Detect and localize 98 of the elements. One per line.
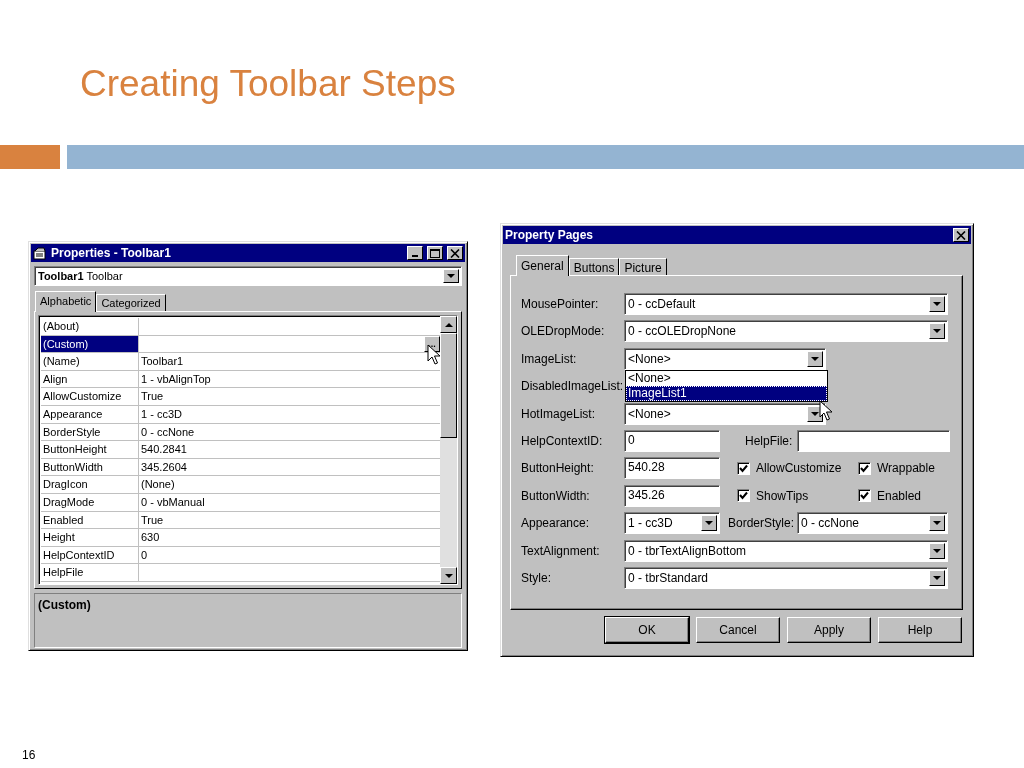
checkbox[interactable] <box>737 461 750 475</box>
property-value-cell-text: 0 <box>141 547 148 563</box>
field-label: ButtonWidth: <box>521 488 591 503</box>
maximize-icon <box>430 248 440 258</box>
dropdown[interactable]: 0 - tbrStandard <box>624 566 948 589</box>
checkbox-label: AllowCustomize <box>756 461 842 476</box>
property-name-cell[interactable]: DragMode <box>41 493 139 511</box>
field-label: DisabledImageList: <box>521 379 624 394</box>
property-value-cell-text: True <box>141 389 164 405</box>
dropdown-button[interactable] <box>929 323 945 340</box>
dropdown-option[interactable]: ImageList1 <box>626 385 827 401</box>
window-title: Properties - Toolbar1 <box>51 246 171 260</box>
property-name-cell[interactable]: HelpContextID <box>41 546 139 564</box>
checkbox-label: Enabled <box>877 488 922 503</box>
dialog-button[interactable]: OK <box>605 617 689 643</box>
property-value-cell-text: Toolbar1 <box>141 354 184 370</box>
property-name-cell[interactable]: (Name) <box>41 353 139 370</box>
property-value-cell-text: 540.2841 <box>141 442 187 458</box>
window-title: Property Pages <box>505 228 594 242</box>
text-field[interactable]: 345.26 <box>624 484 720 507</box>
checkbox-label: Wrappable <box>877 461 935 476</box>
dropdown[interactable]: 0 - ccOLEDropNone <box>624 320 948 343</box>
dialog-button[interactable]: Cancel <box>696 617 780 643</box>
dialog-button[interactable]: Apply <box>787 617 871 643</box>
field-label: HotImageList: <box>521 406 597 421</box>
checkbox[interactable] <box>737 489 750 503</box>
dropdown-option[interactable]: <None> <box>626 370 827 386</box>
field-label: Style: <box>521 570 552 585</box>
dropdown-button[interactable] <box>701 515 717 532</box>
dropdown[interactable]: <None> <box>624 402 826 425</box>
field-label: ButtonHeight: <box>521 461 595 476</box>
object-dropdown[interactable]: Toolbar1 Toolbar <box>34 266 462 286</box>
minimize-icon <box>412 255 418 257</box>
description-panel: (Custom) <box>34 593 462 648</box>
scroll-up-button[interactable] <box>440 316 457 333</box>
property-value-cell-text: 0 - ccNone <box>141 424 195 440</box>
scrollbar[interactable] <box>440 316 457 584</box>
property-name-cell[interactable]: Height <box>41 529 139 546</box>
tab[interactable]: Picture <box>619 258 667 275</box>
property-name-cell[interactable]: Enabled <box>41 511 139 529</box>
checkbox-label: ShowTips <box>756 488 809 503</box>
dropdown-button[interactable] <box>929 569 945 586</box>
property-name-cell[interactable]: BorderStyle <box>41 423 139 441</box>
dropdown-button[interactable] <box>929 296 945 312</box>
dropdown[interactable]: 1 - cc3D <box>624 512 720 535</box>
field-label: MousePointer: <box>521 297 600 311</box>
scroll-down-button[interactable] <box>440 567 457 584</box>
tab[interactable]: Alphabetic <box>35 291 97 312</box>
text-field[interactable]: 540.28 <box>624 457 720 480</box>
property-value-cell-text: 345.2604 <box>141 459 187 475</box>
property-name-cell[interactable]: Appearance <box>41 405 139 423</box>
field-label: OLEDropMode: <box>521 324 606 339</box>
tab[interactable]: Buttons <box>568 258 620 275</box>
page-number: 16 <box>22 748 37 762</box>
slide-title: Creating Toolbar Steps <box>80 62 456 106</box>
dropdown-button[interactable] <box>807 350 823 367</box>
property-name-cell[interactable]: DragIcon <box>41 476 139 493</box>
properties-icon <box>33 246 47 260</box>
cursor-icon <box>427 344 441 365</box>
property-name-cell[interactable]: AllowCustomize <box>41 388 139 405</box>
dropdown-button[interactable] <box>929 542 945 559</box>
tab[interactable]: Categorized <box>96 294 166 311</box>
field-label: ImageList: <box>521 351 578 366</box>
dropdown-button[interactable] <box>929 515 945 532</box>
scroll-thumb[interactable] <box>440 333 457 438</box>
property-name-cell[interactable]: HelpFile <box>41 564 139 581</box>
dialog-button[interactable]: Help <box>878 617 962 643</box>
dropdown[interactable]: 0 - tbrTextAlignBottom <box>624 539 948 562</box>
text-field[interactable]: 0 <box>624 429 720 452</box>
maximize-button[interactable] <box>427 246 443 260</box>
property-name-cell[interactable]: ButtonWidth <box>41 458 139 476</box>
property-value-cell-text: 1 - cc3D <box>141 406 182 422</box>
close-icon <box>450 248 460 258</box>
minimize-button[interactable] <box>407 246 423 260</box>
dropdown[interactable]: 0 - ccNone <box>797 512 948 535</box>
checkbox[interactable] <box>858 461 871 475</box>
close-icon <box>956 230 966 240</box>
property-name-cell[interactable]: Align <box>41 370 139 388</box>
property-name-cell[interactable]: (About) <box>41 318 139 335</box>
dropdown-button[interactable] <box>443 269 459 283</box>
close-button[interactable] <box>447 246 463 260</box>
text-field[interactable] <box>797 429 950 452</box>
field-label: BorderStyle: <box>728 516 796 531</box>
property-value-cell-text: 0 - vbManual <box>141 494 205 510</box>
dropdown[interactable]: 0 - ccDefault <box>624 293 948 315</box>
field-label: Appearance: <box>521 516 591 531</box>
checkbox[interactable] <box>858 489 871 503</box>
property-value-cell-text: True <box>141 512 164 528</box>
property-value-cell-text: 630 <box>141 530 160 546</box>
field-label: HelpContextID: <box>521 433 604 448</box>
property-name-cell[interactable]: ButtonHeight <box>41 441 139 458</box>
tab[interactable]: General <box>516 255 569 276</box>
close-button[interactable] <box>953 228 969 242</box>
field-label: TextAlignment: <box>521 543 601 558</box>
field-label: HelpFile: <box>745 433 794 448</box>
accent-bar <box>0 145 60 169</box>
property-value-cell-text: (None) <box>141 477 175 493</box>
property-value-cell-text: 1 - vbAlignTop <box>141 371 211 387</box>
